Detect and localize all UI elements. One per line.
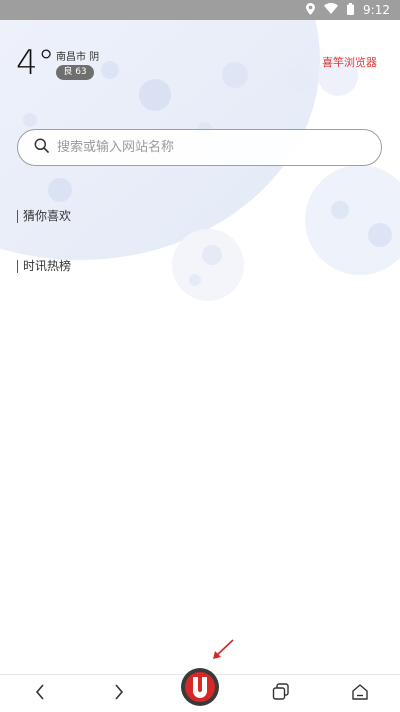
city-weather: 南昌市 阴 xyxy=(56,52,100,63)
section-hot-news[interactable]: 时讯热榜 xyxy=(17,260,71,273)
section-guess-you-like[interactable]: 猜你喜欢 xyxy=(17,210,71,223)
u-logo-icon xyxy=(180,668,219,706)
search-bar[interactable] xyxy=(17,129,382,166)
annotation-arrow-icon xyxy=(213,639,234,659)
status-time: 9:12 xyxy=(363,3,390,17)
tabs-button[interactable] xyxy=(261,675,301,712)
temperature: 4° xyxy=(16,43,55,83)
aqi-badge: 良 63 xyxy=(56,65,94,80)
home-logo-button[interactable] xyxy=(178,668,222,712)
back-button[interactable] xyxy=(20,675,60,712)
search-icon xyxy=(34,138,55,157)
forward-button[interactable] xyxy=(99,675,139,712)
wifi-icon xyxy=(324,3,339,17)
battery-icon xyxy=(347,2,355,18)
bottom-navigation xyxy=(0,668,400,712)
chevron-right-icon xyxy=(113,683,125,705)
home-button[interactable] xyxy=(340,675,380,712)
status-bar: 9:12 xyxy=(0,0,400,20)
home-icon xyxy=(351,683,369,705)
chevron-left-icon xyxy=(34,683,46,705)
search-input[interactable] xyxy=(55,139,359,156)
weather-widget[interactable]: 4° 南昌市 阴 良 63 xyxy=(16,43,99,83)
location-icon xyxy=(306,2,316,18)
tabs-icon xyxy=(272,682,290,705)
browser-brand-label[interactable]: 喜竿浏览器 xyxy=(322,54,377,70)
